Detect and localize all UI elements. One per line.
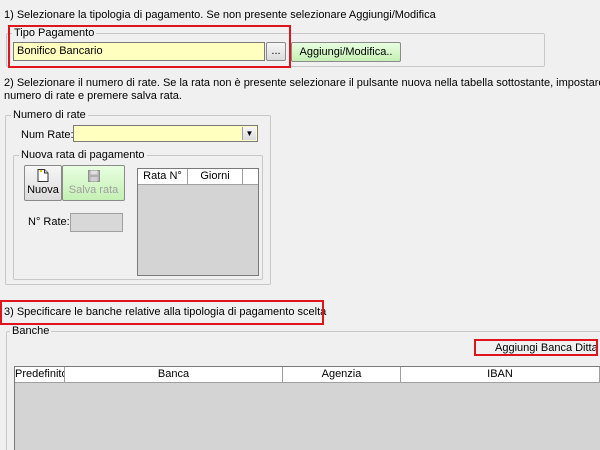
- col-giorni[interactable]: Giorni: [188, 169, 243, 184]
- banche-grid[interactable]: Predefinito Banca Agenzia IBAN: [14, 366, 600, 450]
- n-rate-field[interactable]: [70, 213, 123, 232]
- banche-label: Banche: [10, 325, 52, 337]
- col-predefinito[interactable]: Predefinito: [15, 367, 65, 382]
- num-rate-label: Num Rate:: [21, 129, 74, 141]
- numero-rate-label: Numero di rate: [11, 109, 88, 121]
- nuova-label: Nuova: [27, 184, 59, 196]
- col-rata-n[interactable]: Rata N°: [138, 169, 188, 184]
- aggiungi-banca-highlight: [474, 339, 598, 356]
- aggiungi-modifica-button[interactable]: Aggiungi/Modifica..: [291, 42, 401, 62]
- col-iban[interactable]: IBAN: [401, 367, 600, 382]
- salva-rata-button[interactable]: Salva rata: [62, 165, 125, 201]
- num-rate-select[interactable]: ▼: [73, 125, 258, 142]
- col-banca[interactable]: Banca: [65, 367, 283, 382]
- nuova-button[interactable]: Nuova: [24, 165, 62, 201]
- tipo-pagamento-highlight: [8, 25, 291, 68]
- rate-grid[interactable]: Rata N° Giorni: [137, 168, 259, 276]
- step3-highlight: [0, 300, 324, 325]
- rate-grid-header: Rata N° Giorni: [138, 169, 258, 185]
- n-rate-label: N° Rate:: [28, 216, 70, 228]
- nuova-rata-label: Nuova rata di pagamento: [19, 149, 147, 161]
- save-disk-icon: [87, 170, 100, 182]
- step2-instruction-line2: numero di rate e premere salva rata.: [4, 90, 182, 102]
- step1-instruction: 1) Selezionare la tipologia di pagamento…: [4, 9, 436, 21]
- step2-instruction-line1: 2) Selezionare il numero di rate. Se la …: [4, 77, 600, 89]
- col-agenzia[interactable]: Agenzia: [283, 367, 401, 382]
- new-document-icon: [37, 169, 49, 182]
- banche-grid-header: Predefinito Banca Agenzia IBAN: [15, 367, 600, 383]
- chevron-down-icon[interactable]: ▼: [242, 127, 256, 140]
- salva-rata-label: Salva rata: [68, 184, 119, 196]
